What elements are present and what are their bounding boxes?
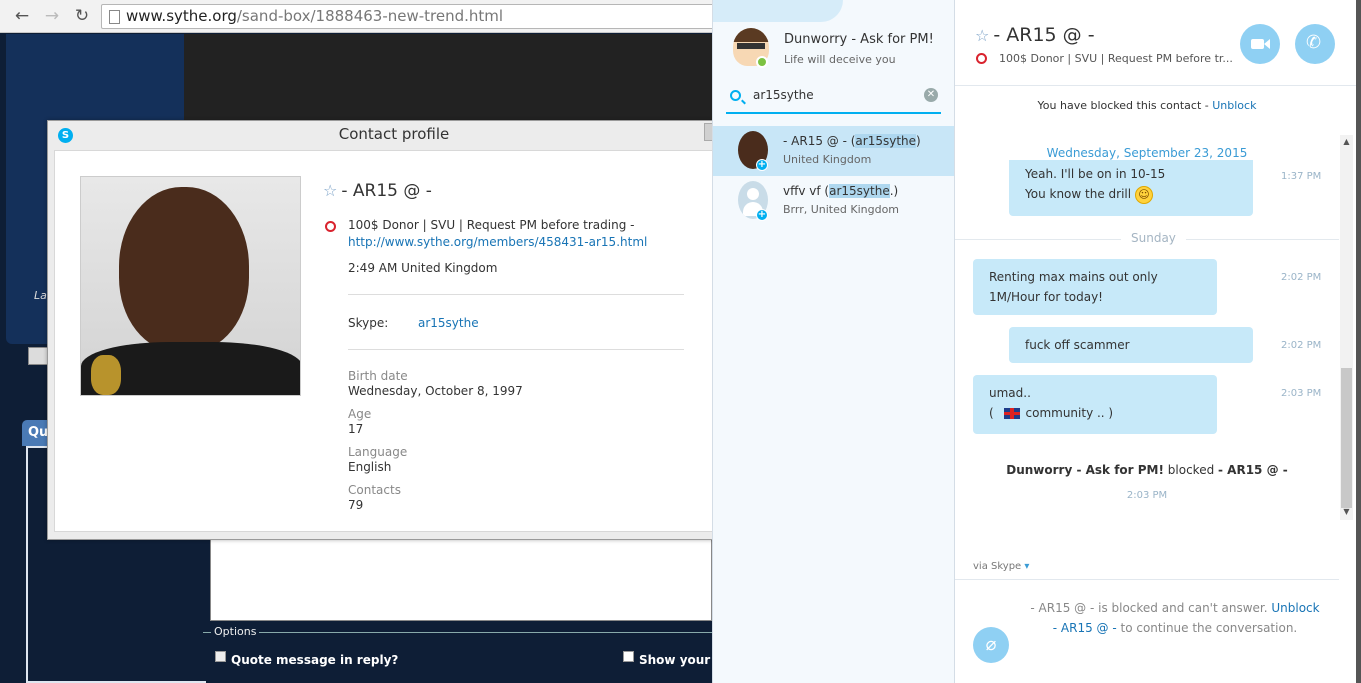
reply-textarea[interactable]: [210, 539, 712, 621]
url-path: /sand-box/1888463-new-trend.html: [236, 7, 504, 25]
message-bubble[interactable]: Yeah. I'll be on in 10-15 You know the d…: [1009, 156, 1253, 216]
window-edge: [1356, 0, 1361, 683]
scroll-down-icon[interactable]: ▼: [1341, 507, 1352, 517]
contacts-value: 79: [348, 498, 364, 512]
chevron-down-icon: ▾: [1024, 561, 1030, 572]
show-checkbox[interactable]: [623, 651, 634, 662]
unblock-link[interactable]: Unblock: [1212, 99, 1256, 112]
skype-label: Skype:: [348, 316, 389, 330]
show-checkbox-label: Show your s: [639, 653, 712, 667]
back-arrow-icon[interactable]: ←: [10, 5, 34, 27]
scrollbar[interactable]: ▲ ▼: [1340, 135, 1353, 520]
quote-checkbox[interactable]: [215, 651, 226, 662]
age-value: 17: [348, 422, 364, 436]
browser-toolbar: ← → ↻ www.sythe.org/sand-box/1888463-new…: [0, 0, 712, 33]
page-icon: [109, 10, 120, 24]
scroll-up-icon[interactable]: ▲: [1341, 137, 1352, 147]
video-call-button[interactable]: [1240, 24, 1280, 64]
skype-sidebar: Dunworry - Ask for PM! Life will deceive…: [712, 0, 955, 683]
contact-location: Brrr, United Kingdom: [783, 203, 900, 216]
divider: [348, 294, 684, 295]
search-input[interactable]: ar15sythe ✕: [726, 82, 941, 114]
audio-call-button[interactable]: ✆: [1295, 24, 1335, 64]
profile-mood: 100$ Donor | SVU | Request PM before tra…: [348, 218, 635, 232]
forum-header-band: [184, 34, 712, 124]
attach-button[interactable]: ⌀: [973, 627, 1009, 663]
smile-emoticon-icon: ☺: [1134, 185, 1153, 204]
clear-search-icon[interactable]: ✕: [924, 88, 938, 102]
my-mood-message[interactable]: Life will deceive you: [784, 53, 896, 66]
phone-icon: ✆: [1306, 32, 1322, 53]
add-contact-icon: +: [756, 159, 768, 171]
profile-body: ☆ - AR15 @ - 100$ Donor | SVU | Request P…: [54, 150, 732, 532]
message-bubble[interactable]: umad.. ( community .. ): [973, 375, 1217, 434]
contact-profile-dialog: S Contact profile ✕ ☆- AR15 @ - 100$ Don…: [47, 120, 739, 540]
via-skype-selector[interactable]: via Skype ▾: [973, 561, 1029, 572]
message-time: 2:02 PM: [1281, 272, 1322, 283]
divider: [348, 349, 684, 350]
add-contact-icon: +: [756, 209, 768, 221]
scroll-thumb[interactable]: [1341, 368, 1352, 508]
options-fieldset: Options Quote message in reply? Show you…: [203, 625, 712, 683]
birth-date-label: Birth date: [348, 369, 408, 383]
conversation-header: ☆ - AR15 @ - 100$ Donor | SVU | Request P…: [955, 0, 1361, 86]
contacts-label: Contacts: [348, 483, 401, 497]
message-time: 1:37 PM: [1281, 171, 1322, 182]
conversation-title: ☆ - AR15 @ -: [975, 24, 1095, 46]
date-divider: Wednesday, September 23, 2015: [955, 146, 1339, 160]
age-label: Age: [348, 407, 372, 421]
search-value: ar15sythe: [753, 88, 814, 102]
birth-date-value: Wednesday, October 8, 1997: [348, 384, 523, 398]
dialog-title: Contact profile: [338, 125, 450, 143]
unblock-link[interactable]: Unblock: [1271, 601, 1319, 615]
contact-location: United Kingdom: [783, 153, 872, 166]
message-bubble[interactable]: fuck off scammer: [1009, 327, 1253, 363]
search-icon: [730, 90, 741, 101]
profile-name-text: - AR15 @ -: [341, 181, 432, 201]
blocked-notice: You have blocked this contact - Unblock: [1037, 99, 1257, 112]
day-label: Sunday: [1121, 231, 1186, 245]
system-message: Dunworry - Ask for PM! blocked - AR15 @ …: [1006, 463, 1288, 477]
favorite-star-icon[interactable]: ☆: [323, 181, 337, 200]
profile-photo: [80, 176, 301, 396]
system-message-time: 2:03 PM: [1126, 490, 1168, 501]
message-time: 2:03 PM: [1281, 388, 1322, 399]
language-label: Language: [348, 445, 408, 459]
online-status-icon: [756, 56, 768, 68]
contact-list-item[interactable]: + vffv vf (ar15sythe.) Brrr, United King…: [713, 176, 954, 226]
contact-name: - AR15 @ - (ar15sythe): [783, 134, 921, 148]
quote-checkbox-label: Quote message in reply?: [231, 653, 399, 667]
uk-flag-icon: [1003, 408, 1020, 419]
conversation-mood: 100$ Donor | SVU | Request PM before tr.…: [999, 52, 1233, 65]
divider: [955, 579, 1339, 580]
profile-link[interactable]: http://www.sythe.org/members/458431-ar15…: [348, 235, 647, 249]
message-time: 2:02 PM: [1281, 340, 1322, 351]
mood-icon: [976, 53, 987, 64]
favorite-star-icon[interactable]: ☆: [975, 26, 989, 45]
profile-name: ☆ - AR15 @ -: [323, 181, 432, 201]
forum-label: La: [34, 289, 47, 302]
contact-name: vffv vf (ar15sythe.): [783, 184, 899, 198]
conversation-pane: ☆ - AR15 @ - 100$ Donor | SVU | Request P…: [955, 0, 1361, 683]
reload-icon[interactable]: ↻: [70, 5, 94, 27]
message-list[interactable]: Wednesday, September 23, 2015 Yeah. I'll…: [955, 133, 1361, 520]
options-label: Options: [211, 625, 260, 638]
my-display-name[interactable]: Dunworry - Ask for PM!: [784, 32, 934, 47]
header-decoration: [713, 0, 843, 22]
skype-name[interactable]: ar15sythe: [418, 316, 479, 330]
url-host: www.sythe.org: [126, 7, 237, 25]
contact-list-item[interactable]: + - AR15 @ - (ar15sythe) United Kingdom: [713, 126, 954, 176]
address-bar[interactable]: www.sythe.org/sand-box/1888463-new-trend…: [101, 4, 712, 29]
message-bubble[interactable]: Renting max mains out only 1M/Hour for t…: [973, 259, 1217, 315]
local-time: 2:49 AM United Kingdom: [348, 261, 498, 275]
blocked-composer-notice: - AR15 @ - is blocked and can't answer. …: [1030, 601, 1320, 635]
language-value: English: [348, 460, 392, 474]
mood-icon: [325, 221, 336, 232]
edit-icon[interactable]: [28, 347, 48, 365]
forward-arrow-icon[interactable]: →: [40, 5, 64, 27]
